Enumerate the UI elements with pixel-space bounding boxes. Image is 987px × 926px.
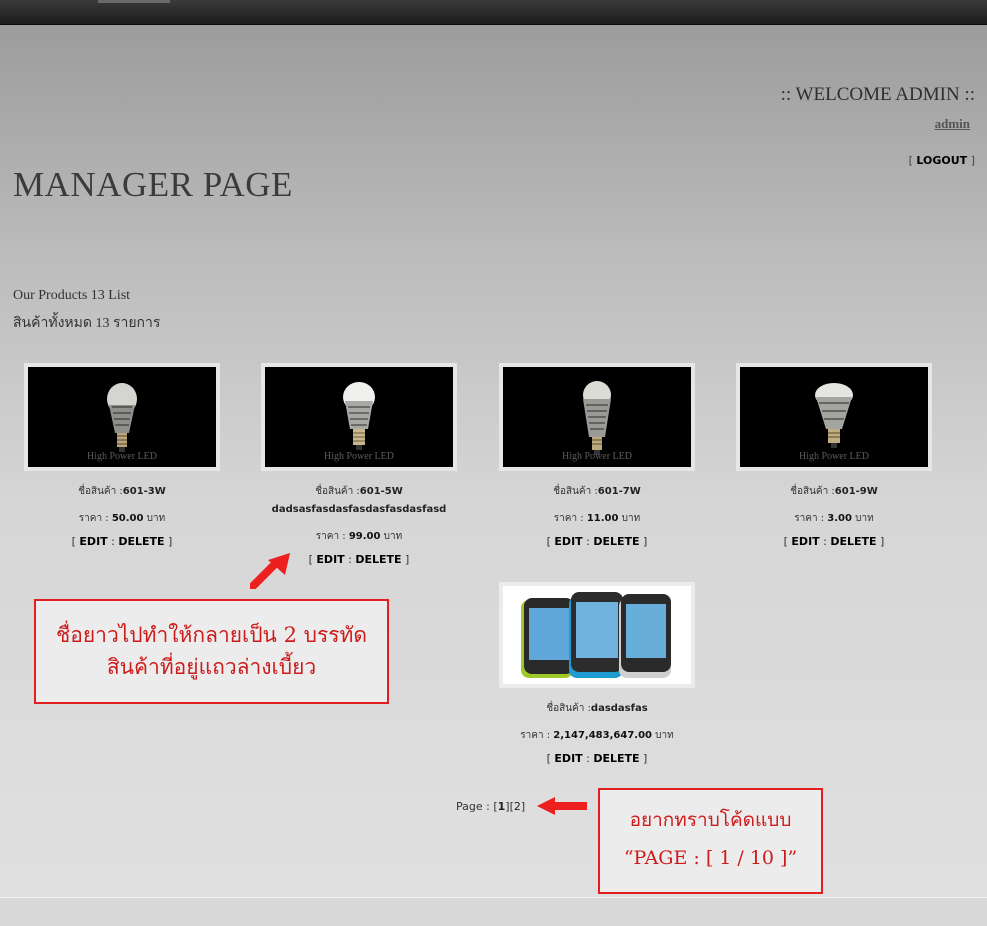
product-actions: [ EDIT : DELETE ] xyxy=(71,535,173,548)
product-price: ราคา : 3.00 บาท xyxy=(794,513,874,524)
logout-link[interactable]: LOGOUT xyxy=(916,154,967,167)
product-name: ชื่อสินค้า :601-5W dadsasfasdasfasdasfas… xyxy=(271,486,447,515)
bulb-icon xyxy=(107,383,137,452)
edit-link[interactable]: EDIT xyxy=(791,535,819,548)
product-card: High Power LED ชื่อสินค้า :601-7W ราคา :… xyxy=(479,363,715,548)
product-name: ชื่อสินค้า :601-7W xyxy=(553,486,641,497)
annotation-note: อยากทราบโค้ดแบบ “PAGE : [ 1 / 10 ]” xyxy=(598,788,823,894)
top-bar xyxy=(0,0,987,25)
product-name: ชื่อสินค้า :dasdasfas xyxy=(546,703,648,714)
annotation-arrow-icon xyxy=(537,797,587,815)
product-count-en: Our Products 13 List xyxy=(13,288,131,303)
product-card: High Power LED ชื่อสินค้า :601-9W ราคา :… xyxy=(716,363,952,548)
page-title: MANAGER PAGE xyxy=(13,165,293,204)
annotation-arrow-icon xyxy=(250,553,290,589)
product-name: ชื่อสินค้า :601-9W xyxy=(790,486,878,497)
bulb-icon xyxy=(815,383,853,448)
edit-link[interactable]: EDIT xyxy=(554,752,582,765)
image-caption: High Power LED xyxy=(87,451,157,462)
product-card: ชื่อสินค้า :dasdasfas ราคา : 2,147,483,6… xyxy=(479,582,715,765)
annotation-note: ชื่อยาวไปทำให้กลายเป็น 2 บรรทัด สินค้าที… xyxy=(34,599,389,704)
product-price: ราคา : 99.00 บาท xyxy=(315,531,403,542)
delete-link[interactable]: DELETE xyxy=(593,752,639,765)
product-image[interactable]: High Power LED xyxy=(261,363,457,471)
logo xyxy=(98,0,170,3)
pagination: Page : [1][2] xyxy=(456,800,526,813)
product-card: High Power LED ชื่อสินค้า :601-3W ราคา :… xyxy=(4,363,240,548)
edit-link[interactable]: EDIT xyxy=(316,553,344,566)
product-actions: [ EDIT : DELETE ] xyxy=(546,535,648,548)
delete-link[interactable]: DELETE xyxy=(118,535,164,548)
page-link-1[interactable]: 1 xyxy=(498,800,506,813)
delete-link[interactable]: DELETE xyxy=(830,535,876,548)
product-price: ราคา : 11.00 บาท xyxy=(553,513,641,524)
product-price: ราคา : 2,147,483,647.00 บาท xyxy=(520,730,674,741)
welcome-text: :: WELCOME ADMIN :: xyxy=(780,84,975,105)
logout-area: [ LOGOUT ] xyxy=(908,154,975,167)
page-link-2[interactable]: 2 xyxy=(514,800,521,813)
product-image[interactable]: High Power LED xyxy=(736,363,932,471)
delete-link[interactable]: DELETE xyxy=(355,553,401,566)
image-caption: High Power LED xyxy=(324,451,394,462)
product-name: ชื่อสินค้า :601-3W xyxy=(78,486,166,497)
edit-link[interactable]: EDIT xyxy=(554,535,582,548)
product-image[interactable] xyxy=(499,582,695,688)
admin-user-link[interactable]: admin xyxy=(935,116,970,132)
pagination-label: Page : xyxy=(456,800,494,813)
product-actions: [ EDIT : DELETE ] xyxy=(783,535,885,548)
footer xyxy=(0,897,987,926)
image-caption: High Power LED xyxy=(799,451,869,462)
image-caption: High Power LED xyxy=(562,451,632,462)
product-image[interactable]: High Power LED xyxy=(499,363,695,471)
product-price: ราคา : 50.00 บาท xyxy=(78,513,166,524)
bulb-icon xyxy=(343,382,375,450)
bulb-icon xyxy=(583,381,611,455)
phones-image xyxy=(521,592,671,678)
product-count-th: สินค้าทั้งหมด 13 รายการ xyxy=(13,316,161,331)
product-actions: [ EDIT : DELETE ] xyxy=(546,752,648,765)
delete-link[interactable]: DELETE xyxy=(593,535,639,548)
edit-link[interactable]: EDIT xyxy=(79,535,107,548)
product-image[interactable]: High Power LED xyxy=(24,363,220,471)
product-card: High Power LED ชื่อสินค้า :601-5W dadsas… xyxy=(241,363,477,566)
